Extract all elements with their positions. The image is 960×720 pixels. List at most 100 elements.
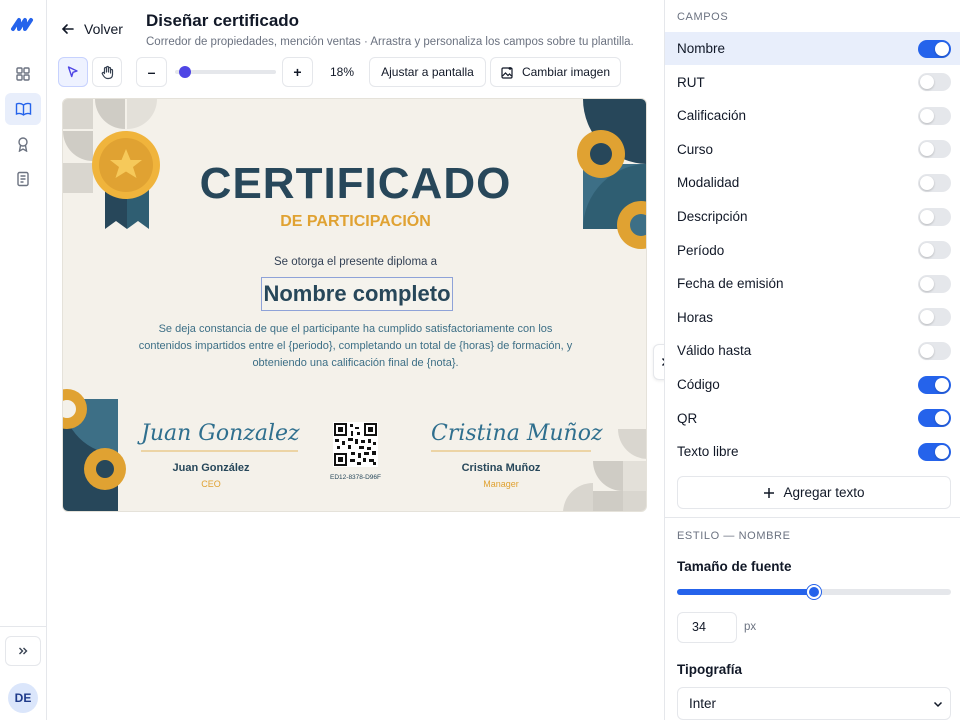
zoom-level: 18%	[329, 65, 355, 79]
field-toggle[interactable]	[918, 207, 951, 226]
rail-divider	[0, 626, 47, 627]
back-label: Volver	[84, 21, 123, 37]
sidebar-item-courses[interactable]	[5, 93, 41, 125]
sidebar-item-reports[interactable]	[5, 163, 41, 195]
certificate-designer: DE Volver Diseñar certificado Corredor d…	[0, 0, 960, 720]
field-toggle[interactable]	[918, 140, 951, 159]
field-row[interactable]: Código	[665, 368, 960, 401]
field-label: QR	[677, 410, 698, 426]
field-row[interactable]: Fecha de emisión	[665, 267, 960, 300]
field-toggle[interactable]	[918, 341, 951, 360]
typography-label: Tipografía	[677, 662, 743, 677]
add-text-label: Agregar texto	[783, 485, 865, 500]
typography-select[interactable]: Inter	[677, 687, 951, 720]
certificate-code: ED12-8378-D96F	[330, 474, 381, 481]
font-size-slider[interactable]	[677, 585, 951, 599]
add-text-button[interactable]: Agregar texto	[677, 476, 951, 509]
select-tool-button[interactable]	[58, 57, 88, 87]
field-label: Período	[677, 242, 725, 258]
field-row[interactable]: Modalidad	[665, 166, 960, 199]
image-edit-icon	[501, 66, 513, 79]
field-row[interactable]: Calificación	[665, 99, 960, 132]
field-toggle[interactable]	[918, 73, 951, 92]
field-toggle[interactable]	[918, 241, 951, 260]
font-size-unit: px	[744, 621, 757, 633]
field-row[interactable]: Horas	[665, 301, 960, 334]
change-image-label: Cambiar imagen	[521, 65, 611, 79]
font-size-label: Tamaño de fuente	[677, 559, 792, 574]
field-row[interactable]: QR	[665, 402, 960, 435]
field-row[interactable]: Texto libre	[665, 435, 960, 468]
certificate-title: CERTIFICADO	[199, 159, 512, 208]
fit-to-screen-button[interactable]: Ajustar a pantalla	[369, 57, 486, 87]
change-image-button[interactable]: Cambiar imagen	[490, 57, 621, 87]
signature-right: Cristina Muñoz	[431, 421, 603, 446]
typography-value: Inter	[689, 696, 717, 711]
field-toggle[interactable]	[918, 274, 951, 293]
field-row[interactable]: Período	[665, 234, 960, 267]
zoom-slider-thumb[interactable]	[179, 66, 191, 78]
dashboard-grid-icon	[16, 67, 30, 81]
brand-logo	[11, 18, 33, 31]
field-row[interactable]: Válido hasta	[665, 334, 960, 367]
properties-panel: CAMPOS Nombre RUT Calificación Curso Modalid…	[664, 0, 960, 720]
signer-right-name: Cristina Muñoz	[461, 462, 541, 474]
zoom-out-button[interactable]: –	[136, 57, 167, 87]
field-toggle[interactable]	[918, 442, 951, 461]
signer-left-role: CEO	[201, 479, 221, 489]
field-row[interactable]: Descripción	[665, 200, 960, 233]
field-label: Calificación	[677, 108, 747, 124]
field-toggle[interactable]	[918, 173, 951, 192]
field-label: Válido hasta	[677, 343, 752, 359]
field-row[interactable]: Curso	[665, 133, 960, 166]
double-chevron-right-icon	[19, 647, 28, 655]
font-size-slider-thumb[interactable]	[807, 585, 821, 599]
field-label: Texto libre	[677, 444, 739, 460]
field-toggle[interactable]	[918, 375, 951, 394]
signer-left-name: Juan González	[172, 462, 250, 474]
sidebar-item-certificates[interactable]	[5, 128, 41, 160]
field-toggle[interactable]	[918, 308, 951, 327]
panel-divider	[665, 517, 960, 518]
field-label: Curso	[677, 141, 714, 157]
field-label: RUT	[677, 74, 705, 90]
avatar[interactable]: DE	[8, 683, 38, 713]
pan-tool-button[interactable]	[92, 57, 122, 87]
signer-right-role: Manager	[483, 479, 519, 489]
qr-code[interactable]	[333, 422, 378, 467]
fit-to-screen-label: Ajustar a pantalla	[381, 65, 474, 79]
expand-sidebar-button[interactable]	[5, 636, 41, 666]
chevron-down-icon	[933, 701, 943, 707]
certificate-description: Se deja constancia de que el participant…	[138, 323, 573, 369]
hand-icon	[101, 65, 113, 79]
award-ribbon-icon	[18, 137, 28, 152]
plus-icon	[764, 487, 775, 498]
fields-heading: CAMPOS	[677, 11, 729, 23]
document-icon	[17, 171, 29, 187]
font-size-input[interactable]: 34	[677, 612, 737, 643]
field-toggle[interactable]	[918, 106, 951, 125]
certificate-canvas[interactable]: CERTIFICADO DE PARTICIPACIÓN Se otorga e…	[62, 98, 647, 512]
page-title: Diseñar certificado	[146, 11, 300, 30]
name-field[interactable]: Nombre completo	[261, 277, 453, 311]
field-label: Nombre	[677, 41, 726, 56]
page-subtitle: Corredor de propiedades, mención ventas …	[146, 36, 634, 48]
signature-left: Juan Gonzalez	[141, 421, 300, 446]
certificate-subtitle: DE PARTICIPACIÓN	[280, 213, 431, 230]
field-label: Modalidad	[677, 175, 740, 191]
book-open-icon	[15, 102, 31, 116]
zoom-in-button[interactable]: +	[282, 57, 313, 87]
cursor-arrow-icon	[67, 66, 78, 78]
back-button[interactable]: Volver	[60, 19, 123, 39]
arrow-left-icon	[61, 24, 74, 34]
field-label: Fecha de emisión	[677, 276, 784, 292]
sidebar-item-dashboard[interactable]	[5, 58, 41, 90]
left-rail: DE	[0, 0, 47, 720]
grant-text: Se otorga el presente diploma a	[273, 256, 438, 268]
font-size-slider-fill	[677, 589, 814, 595]
field-label: Horas	[677, 309, 714, 325]
field-row[interactable]: RUT	[665, 66, 960, 99]
field-row[interactable]: Nombre	[665, 32, 960, 65]
field-toggle[interactable]	[918, 409, 951, 428]
field-toggle[interactable]	[918, 39, 951, 58]
